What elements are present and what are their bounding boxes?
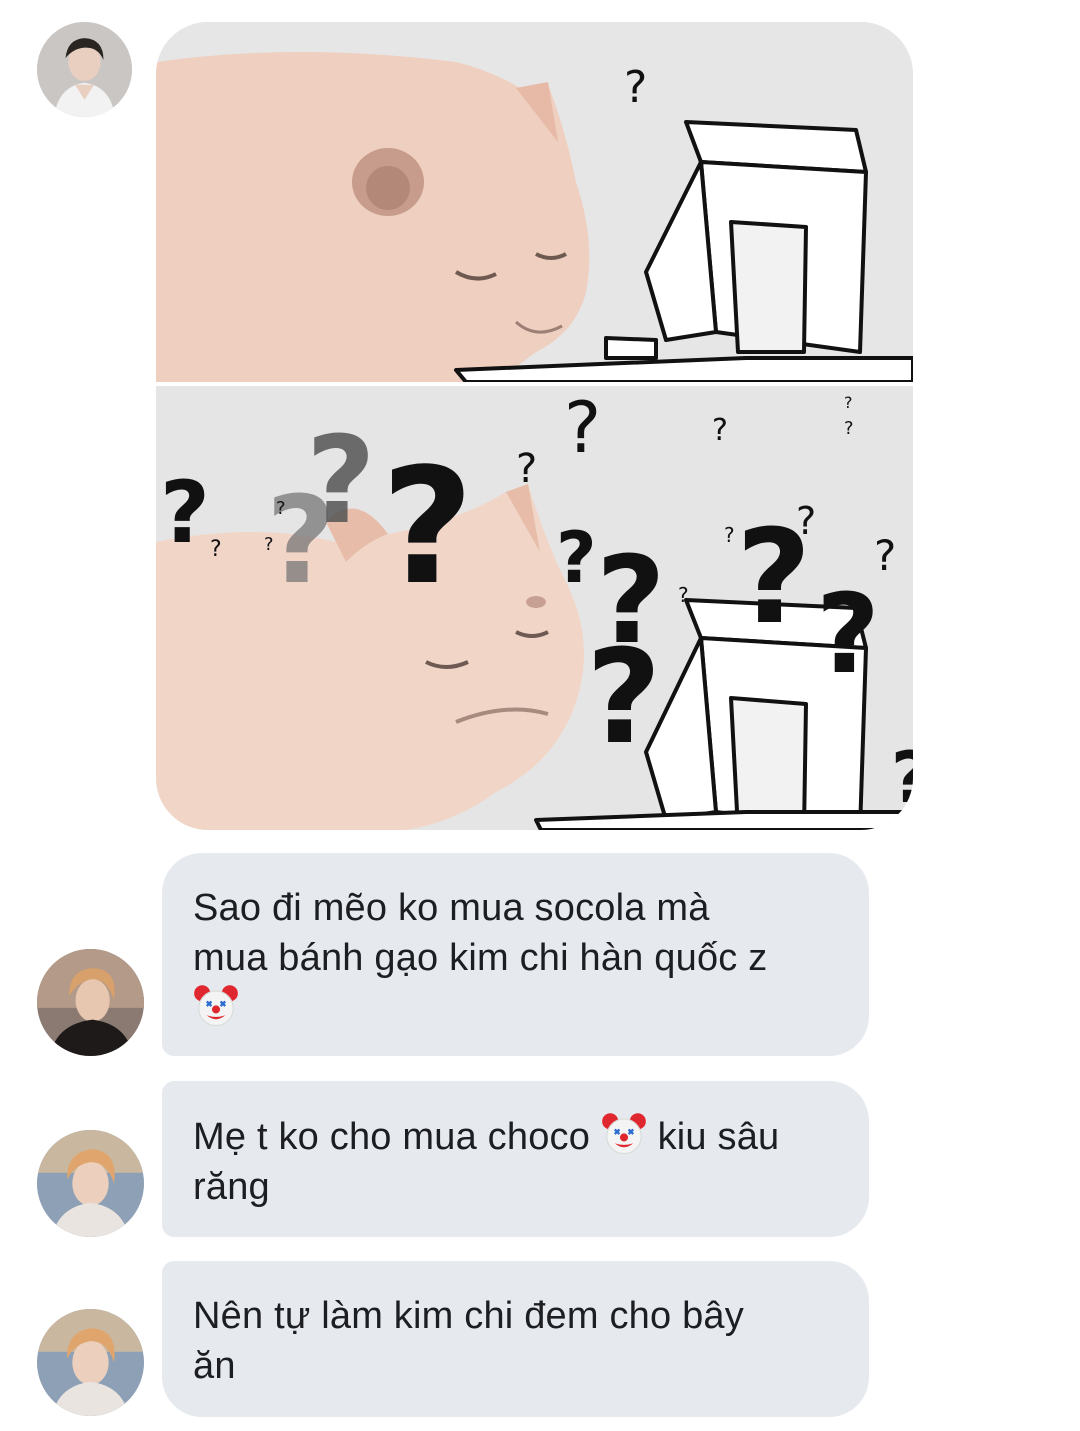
question-mark: ? xyxy=(891,737,913,819)
meme-image-attachment[interactable]: ? ? ? ? ? ? ? ? ? ? ? ? ? ? ? ? ? ? ? ? … xyxy=(156,22,913,830)
question-mark: ? xyxy=(381,433,474,620)
avatar-sender-2[interactable] xyxy=(37,949,144,1056)
message-line: Sao đi mẽo ko mua socola mà xyxy=(193,887,710,929)
question-mark: ? xyxy=(556,517,597,599)
clown-face-icon xyxy=(193,983,239,1029)
avatar-portrait-icon xyxy=(37,1309,144,1416)
question-mark: ? xyxy=(844,393,853,412)
message-bubble[interactable]: Sao đi mẽo ko mua socola mà mua bánh gạo… xyxy=(162,853,869,1056)
avatar-portrait-icon xyxy=(37,949,144,1056)
question-mark: ? xyxy=(306,412,376,551)
avatar-portrait-icon xyxy=(37,22,132,117)
question-mark: ? xyxy=(516,446,537,492)
question-mark: ? xyxy=(724,523,735,547)
question-mark: ? xyxy=(712,413,728,448)
avatar-sender-3[interactable] xyxy=(37,1309,144,1416)
message-bubble[interactable]: Mẹ t ko cho mua choco kiu sâu răng xyxy=(162,1081,869,1237)
question-mark: ? xyxy=(586,621,661,773)
avatar-sender-1[interactable] xyxy=(37,22,132,117)
question-mark: ? xyxy=(160,463,210,563)
message-line: răng xyxy=(193,1166,270,1208)
message-line: mua bánh gạo kim chi hàn quốc z xyxy=(193,937,768,979)
question-mark: ? xyxy=(844,418,854,439)
question-mark: ? xyxy=(624,62,647,113)
question-mark: ? xyxy=(874,531,896,580)
message-line xyxy=(193,983,839,1034)
message-bubble[interactable]: Nên tự làm kim chi đem cho bây ăn xyxy=(162,1261,869,1417)
question-mark: ? xyxy=(264,534,274,555)
message-line: Nên tự làm kim chi đem cho bây xyxy=(193,1295,744,1337)
question-mark: ? xyxy=(210,537,222,562)
message-line: Mẹ t ko cho mua choco kiu sâu xyxy=(193,1111,839,1162)
question-mark: ? xyxy=(678,583,689,607)
clown-face-icon xyxy=(601,1111,647,1157)
message-text: kiu sâu xyxy=(657,1116,780,1158)
avatar-sender-3[interactable] xyxy=(37,1130,144,1237)
question-mark: ? xyxy=(816,570,880,698)
confused-cat-computer-meme-image: ? ? ? ? ? ? ? ? ? ? ? ? ? ? ? ? ? ? ? ? … xyxy=(156,22,913,830)
message-text: Mẹ t ko cho mua choco xyxy=(193,1116,591,1158)
avatar-portrait-icon xyxy=(37,1130,144,1237)
question-mark: ? xyxy=(276,498,286,519)
question-mark: ? xyxy=(796,499,816,543)
question-mark: ? xyxy=(564,387,601,469)
message-line: ăn xyxy=(193,1345,236,1387)
